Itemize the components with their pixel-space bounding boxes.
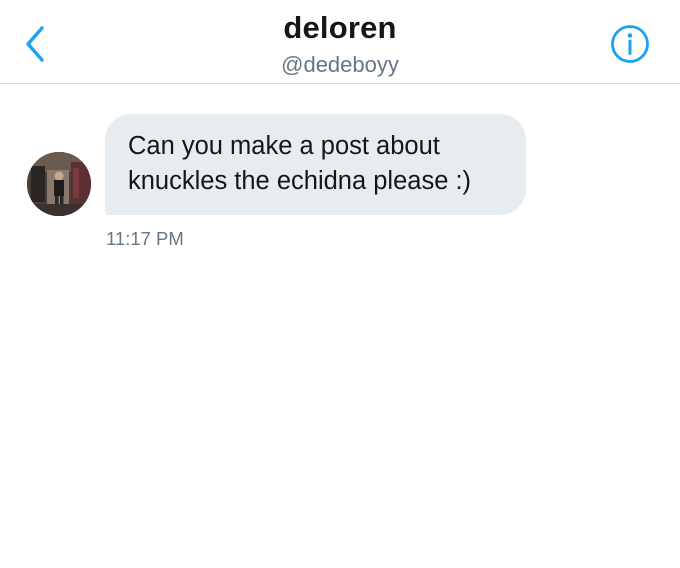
conversation-header: deloren @dedeboyy [0,0,680,84]
info-circle-icon [611,25,649,63]
back-button[interactable] [18,22,52,66]
message-timestamp: 11:17 PM [106,228,184,249]
message-row: Can you make a post about knuckles the e… [0,112,680,252]
contact-handle: @dedeboyy [281,52,399,77]
dm-conversation-screen: deloren @dedeboyy Can you make a post ab… [0,0,680,568]
avatar[interactable] [27,152,91,216]
contact-info[interactable]: deloren @dedeboyy [140,8,540,80]
info-button[interactable] [609,23,651,65]
chevron-left-icon [26,26,44,62]
message-bubble[interactable]: Can you make a post about knuckles the e… [105,114,526,215]
contact-name: deloren [283,10,397,45]
message-text: Can you make a post about knuckles the e… [128,132,472,195]
avatar-photo [27,152,91,216]
